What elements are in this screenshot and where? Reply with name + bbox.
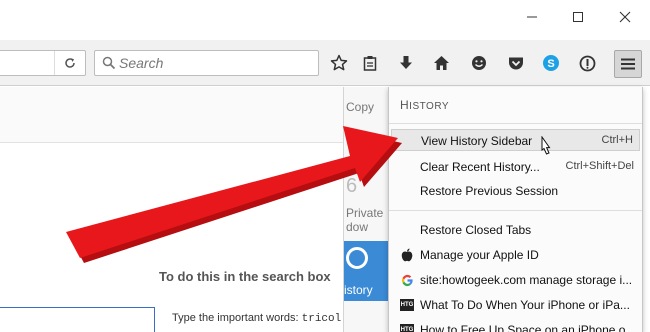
search-icon xyxy=(102,56,116,70)
menu-item-label: Clear Recent History... xyxy=(420,160,540,174)
star-icon xyxy=(330,54,348,71)
close-icon xyxy=(619,11,631,23)
home-icon xyxy=(433,56,449,70)
menu-item-shortcut: Ctrl+Shift+Del xyxy=(565,160,634,172)
downloads-button[interactable] xyxy=(395,52,417,74)
htg-icon: HTG xyxy=(400,298,414,312)
url-bar[interactable] xyxy=(0,50,86,76)
divider xyxy=(389,210,642,211)
maximize-icon xyxy=(573,12,583,22)
panel-copy-label[interactable]: Copy xyxy=(346,100,374,114)
menu-item-label: Restore Closed Tabs xyxy=(420,223,532,237)
download-arrow-icon xyxy=(400,56,412,69)
panel-private-label[interactable]: Private xyxy=(346,206,383,220)
reload-button[interactable] xyxy=(54,51,84,75)
page-field-value: tricol xyxy=(301,313,342,325)
history-entry[interactable]: HTG How to Free Up Space on an iPhone o.… xyxy=(391,319,640,332)
hamburger-menu-icon xyxy=(621,58,635,70)
panel-six-glyph: 6 xyxy=(346,175,358,197)
pocket-button[interactable] xyxy=(505,52,527,74)
panel-history-button[interactable]: istory xyxy=(344,241,389,301)
divider xyxy=(389,123,642,124)
menu-item-label: How to Free Up Space on an iPhone o... xyxy=(420,323,636,332)
bookmark-star-button[interactable] xyxy=(328,52,350,74)
page-field-label: Type the important words: xyxy=(172,312,299,324)
menu-item-label: Restore Previous Session xyxy=(420,184,559,198)
skype-icon: S xyxy=(543,55,559,71)
minimize-icon xyxy=(527,16,537,18)
main-menu-panel: Copy 6 Private dow istory xyxy=(343,87,389,332)
page-section-heading: To do this in the search box xyxy=(159,269,331,284)
reload-icon xyxy=(64,58,75,68)
view-history-sidebar-item[interactable]: View History Sidebar Ctrl+H xyxy=(391,129,640,151)
skype-button[interactable]: S xyxy=(540,52,562,74)
history-entry[interactable]: HTG What To Do When Your iPhone or iPa..… xyxy=(391,294,640,316)
google-icon xyxy=(400,273,414,287)
emoji-addon-button[interactable] xyxy=(468,52,490,74)
apple-icon xyxy=(400,248,414,262)
page-field-row: Type the important words: tricol xyxy=(172,312,341,325)
menu-item-shortcut: Ctrl+H xyxy=(601,134,633,146)
nav-toolbar: S xyxy=(0,40,650,86)
restore-previous-session-item[interactable]: Restore Previous Session xyxy=(391,180,640,202)
search-box[interactable] xyxy=(94,50,319,76)
window-titlebar xyxy=(0,0,650,40)
history-entry[interactable]: Manage your Apple ID xyxy=(391,244,640,266)
panel-history-label: istory xyxy=(344,283,373,297)
home-button[interactable] xyxy=(430,52,452,74)
svg-text:S: S xyxy=(547,58,554,70)
menu-item-label: Manage your Apple ID xyxy=(420,248,539,262)
history-menu-title: HISTORY xyxy=(400,98,450,112)
clock-icon xyxy=(346,247,368,269)
pocket-icon xyxy=(509,57,523,69)
close-window-button[interactable] xyxy=(602,0,648,34)
open-menu-button[interactable] xyxy=(614,50,642,78)
restore-closed-tabs-item[interactable]: Restore Closed Tabs xyxy=(391,219,640,241)
menu-item-label: View History Sidebar xyxy=(421,134,533,148)
menu-item-label: What To Do When Your iPhone or iPa... xyxy=(420,298,630,312)
clear-recent-history-item[interactable]: Clear Recent History... Ctrl+Shift+Del xyxy=(391,156,640,178)
search-input[interactable] xyxy=(119,53,309,73)
htg-icon: HTG xyxy=(400,323,414,332)
info-circle-icon xyxy=(579,55,595,71)
page-input-box[interactable] xyxy=(0,307,155,332)
smiley-icon xyxy=(472,56,486,70)
mouse-cursor-icon xyxy=(541,136,551,155)
bookmarks-menu-button[interactable] xyxy=(359,52,381,74)
info-addon-button[interactable] xyxy=(576,52,598,74)
maximize-button[interactable] xyxy=(555,0,601,34)
history-entry[interactable]: site:howtogeek.com manage storage i... xyxy=(391,269,640,291)
history-menu: HISTORY View History Sidebar Ctrl+H Clea… xyxy=(388,87,643,332)
panel-private-label-2[interactable]: dow xyxy=(346,220,368,234)
page-header-band xyxy=(0,87,345,143)
clipboard-icon xyxy=(363,56,377,71)
menu-item-label: site:howtogeek.com manage storage i... xyxy=(420,273,633,287)
minimize-button[interactable] xyxy=(509,0,555,34)
